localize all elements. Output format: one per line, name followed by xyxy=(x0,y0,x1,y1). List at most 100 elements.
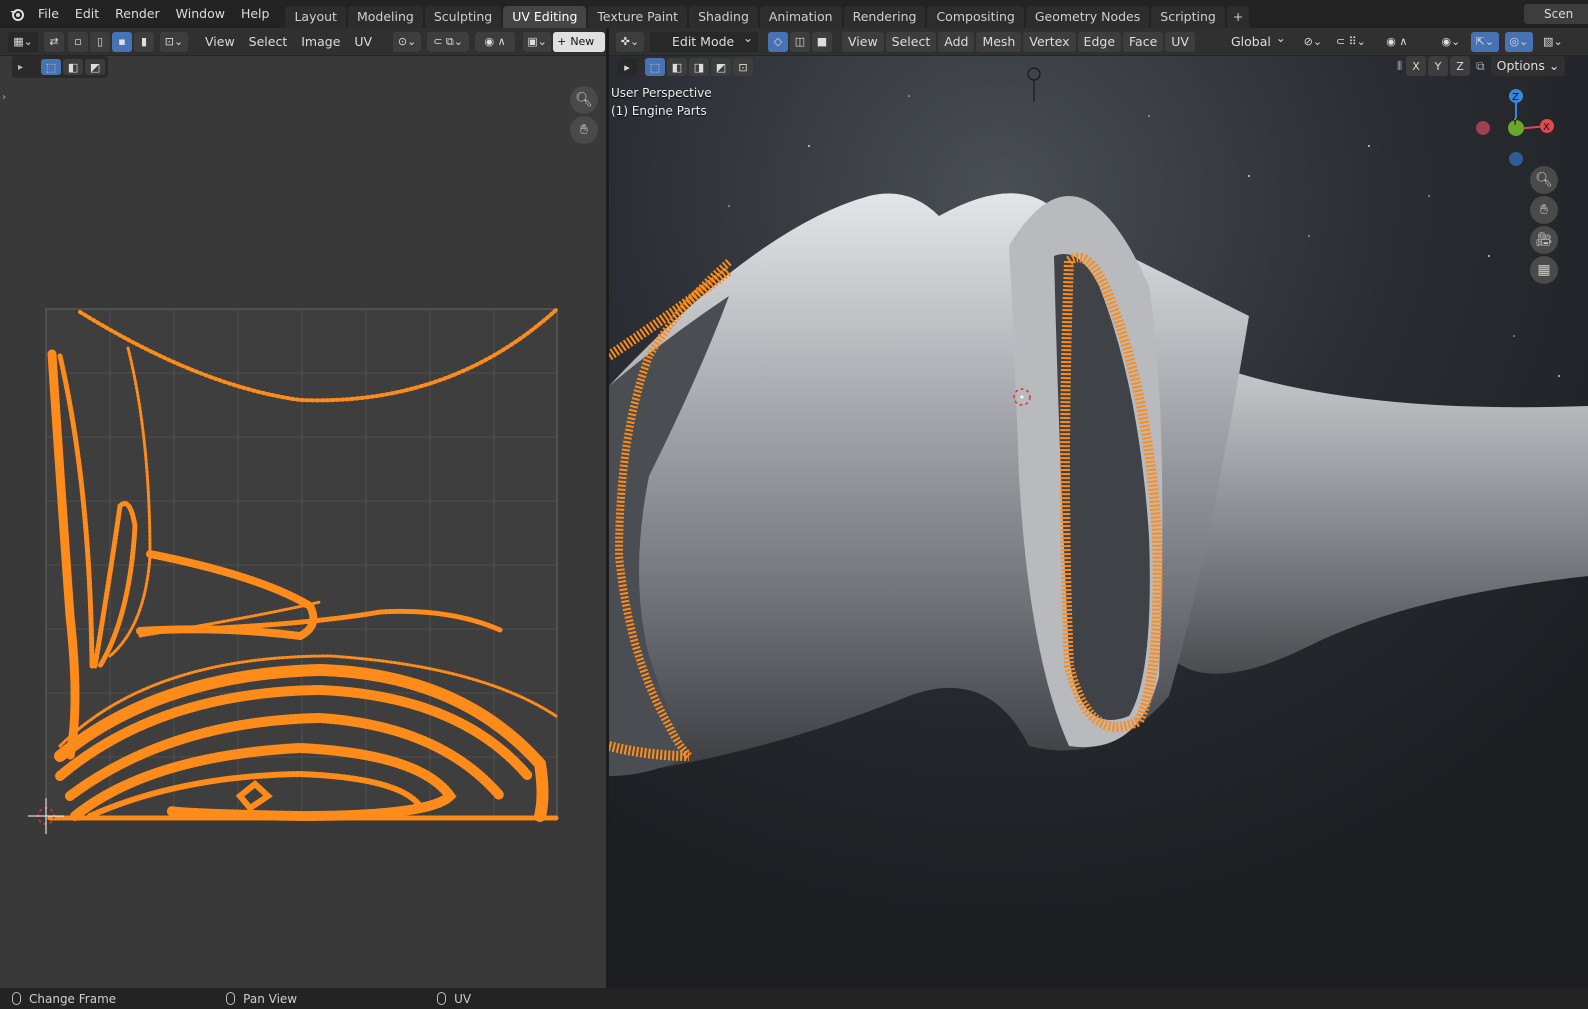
scene-label: Scen xyxy=(1544,7,1574,21)
vp-menu-mesh[interactable]: Mesh xyxy=(976,31,1022,52)
tab-texture-paint[interactable]: Texture Paint xyxy=(588,6,688,28)
new-image-button[interactable]: + New xyxy=(553,31,606,52)
vp-select-subtract-icon[interactable]: ◨ xyxy=(689,58,709,76)
options-dropdown[interactable]: Options ⌄ xyxy=(1490,56,1566,76)
uv-menu-image[interactable]: Image xyxy=(294,32,347,52)
mirror-icon: ⫴ xyxy=(1397,58,1403,73)
tab-sculpting[interactable]: Sculpting xyxy=(424,6,502,28)
mirror-x-button[interactable]: X xyxy=(1406,56,1427,76)
sticky-select-icon[interactable]: ⊡⌄ xyxy=(160,31,188,52)
uv-editor-canvas[interactable]: ▸ ⬚ ◧ ◩ › 🔍︎ ✋︎ xyxy=(0,56,606,988)
vp-zoom-icon[interactable]: 🔍︎ xyxy=(1530,166,1558,194)
vp-menu-edge[interactable]: Edge xyxy=(1077,31,1122,52)
status-item-pan-view: Pan View xyxy=(226,992,297,1006)
tweak-tool-icon[interactable]: ▸ xyxy=(617,58,637,76)
uv-menu-uv[interactable]: UV xyxy=(347,32,379,52)
plus-icon: + xyxy=(557,35,567,48)
menu-file[interactable]: File xyxy=(30,0,67,28)
top-bar: File Edit Render Window Help Layout Mode… xyxy=(0,0,1588,28)
mode-label: Edit Mode xyxy=(672,33,735,49)
vp-menu-select[interactable]: Select xyxy=(885,31,937,52)
proportional-edit-icon[interactable]: ◉ ∧ xyxy=(475,31,516,52)
status-change-frame-label: Change Frame xyxy=(29,991,117,1006)
camera-view-icon[interactable]: 🎥︎ xyxy=(1530,226,1558,254)
uv-menu-view[interactable]: View xyxy=(198,32,242,52)
mirror-y-button[interactable]: Y xyxy=(1428,56,1449,76)
overlay-toggle-icon[interactable]: ◎⌄ xyxy=(1504,31,1533,52)
status-bar: Change Frame Pan View UV xyxy=(0,988,1588,1009)
face-mode-icon[interactable]: ■ xyxy=(812,31,832,52)
tab-modeling[interactable]: Modeling xyxy=(347,6,423,28)
image-browse-icon[interactable]: ▣⌄ xyxy=(523,31,552,52)
vp-select-extend-icon[interactable]: ◧ xyxy=(667,58,687,76)
vp-menu-view[interactable]: View xyxy=(842,31,884,52)
ortho-grid-icon[interactable]: ▦ xyxy=(1530,256,1558,284)
3d-viewport[interactable]: ▸ ⬚ ◧ ◨ ◩ ⊡ User Perspective (1) Engine … xyxy=(609,56,1588,988)
orientation-dropdown[interactable]: Global xyxy=(1208,28,1291,52)
uv-menu-select[interactable]: Select xyxy=(242,32,295,52)
viewport-header: ✜⌄ Edit Mode ◇ ◫ ■ View Select Add Mesh … xyxy=(608,28,1588,56)
vp-pan-icon[interactable]: ✋︎ xyxy=(1530,196,1558,224)
vp-menu-vertex[interactable]: Vertex xyxy=(1023,31,1076,52)
mode-dropdown[interactable]: Edit Mode xyxy=(650,28,758,52)
vp-menu-uv[interactable]: UV xyxy=(1165,31,1195,52)
xray-icon[interactable]: ▧⌄ xyxy=(1538,31,1567,52)
viewport-select-toolbar: ▸ ⬚ ◧ ◨ ◩ ⊡ xyxy=(615,56,753,78)
tab-shading[interactable]: Shading xyxy=(689,6,758,28)
vp-select-box-icon[interactable]: ⬚ xyxy=(645,58,665,76)
gizmo-x-label: X xyxy=(1543,122,1550,133)
visibility-icon[interactable]: ◉⌄ xyxy=(1436,31,1465,52)
new-image-label: New xyxy=(570,35,595,48)
snapping-icon[interactable]: ⊂ ⠿⌄ xyxy=(1330,31,1371,52)
tab-rendering[interactable]: Rendering xyxy=(843,6,926,28)
tab-uv-editing[interactable]: UV Editing xyxy=(503,6,587,28)
perspective-label: User Perspective xyxy=(611,86,712,100)
scene-selector[interactable]: Scen xyxy=(1524,4,1588,24)
tab-layout[interactable]: Layout xyxy=(285,6,346,28)
sync-selection-icon[interactable]: ⇄ xyxy=(44,31,64,52)
mouse-right-icon xyxy=(437,992,447,1005)
gizmo-z-label: Z xyxy=(1512,92,1519,103)
island-select-icon[interactable]: ▮ xyxy=(134,31,154,52)
mirror-axis-controls: ⫴ X Y Z ⧉ Options ⌄ xyxy=(1397,56,1566,76)
gizmo-toggle-icon[interactable]: ⇱⌄ xyxy=(1470,31,1499,52)
mirror-z-button[interactable]: Z xyxy=(1450,56,1471,76)
menu-render[interactable]: Render xyxy=(107,0,168,28)
tab-scripting[interactable]: Scripting xyxy=(1151,6,1225,28)
add-workspace-button[interactable]: + xyxy=(1226,6,1250,28)
blender-logo-icon[interactable] xyxy=(8,5,26,23)
menu-help[interactable]: Help xyxy=(233,0,278,28)
status-item-change-frame: Change Frame xyxy=(12,992,116,1006)
viewport-render xyxy=(609,56,1588,988)
vp-menu-face[interactable]: Face xyxy=(1123,31,1164,52)
uv-layout[interactable] xyxy=(0,56,606,988)
gizmo-neg-z-icon xyxy=(1509,152,1523,166)
status-pan-view-label: Pan View xyxy=(243,991,298,1006)
uv-editor-header: ▦⌄ ⇄ ▫ ▯ ▪ ▮ ⊡⌄ View Select Image UV ⊙⌄ … xyxy=(0,28,606,56)
workspace-tabs: Layout Modeling Sculpting UV Editing Tex… xyxy=(285,0,1251,28)
edge-mode-icon[interactable]: ◫ xyxy=(790,31,810,52)
gizmo-y-label: Y xyxy=(1511,117,1519,128)
face-select-icon[interactable]: ▪ xyxy=(112,31,132,52)
status-uv-label: UV xyxy=(454,991,472,1006)
auto-merge-icon[interactable]: ⧉ xyxy=(1476,59,1485,74)
vertex-mode-icon[interactable]: ◇ xyxy=(768,31,788,52)
pivot-point-icon[interactable]: ⊘⌄ xyxy=(1300,31,1325,52)
tab-geometry-nodes[interactable]: Geometry Nodes xyxy=(1025,6,1150,28)
pivot-icon[interactable]: ⊙⌄ xyxy=(393,31,422,52)
vertex-select-icon[interactable]: ▫ xyxy=(68,31,88,52)
vp-menu-add[interactable]: Add xyxy=(938,31,975,52)
navigation-gizmo[interactable]: Z Y X xyxy=(1471,84,1561,174)
menu-window[interactable]: Window xyxy=(168,0,233,28)
editor-type-icon[interactable]: ▦⌄ xyxy=(8,31,38,52)
mouse-middle-icon xyxy=(226,992,236,1005)
vp-select-intersect-icon[interactable]: ⊡ xyxy=(733,58,753,76)
viewport-editor-type-icon[interactable]: ✜⌄ xyxy=(616,31,644,52)
menu-edit[interactable]: Edit xyxy=(67,0,107,28)
tab-compositing[interactable]: Compositing xyxy=(927,6,1024,28)
edge-select-icon[interactable]: ▯ xyxy=(90,31,110,52)
vp-select-invert-icon[interactable]: ◩ xyxy=(711,58,731,76)
proportional-icon[interactable]: ◉ ∧ xyxy=(1376,31,1417,52)
snap-icon[interactable]: ⊂ ⧉⌄ xyxy=(427,31,470,52)
tab-animation[interactable]: Animation xyxy=(759,6,842,28)
